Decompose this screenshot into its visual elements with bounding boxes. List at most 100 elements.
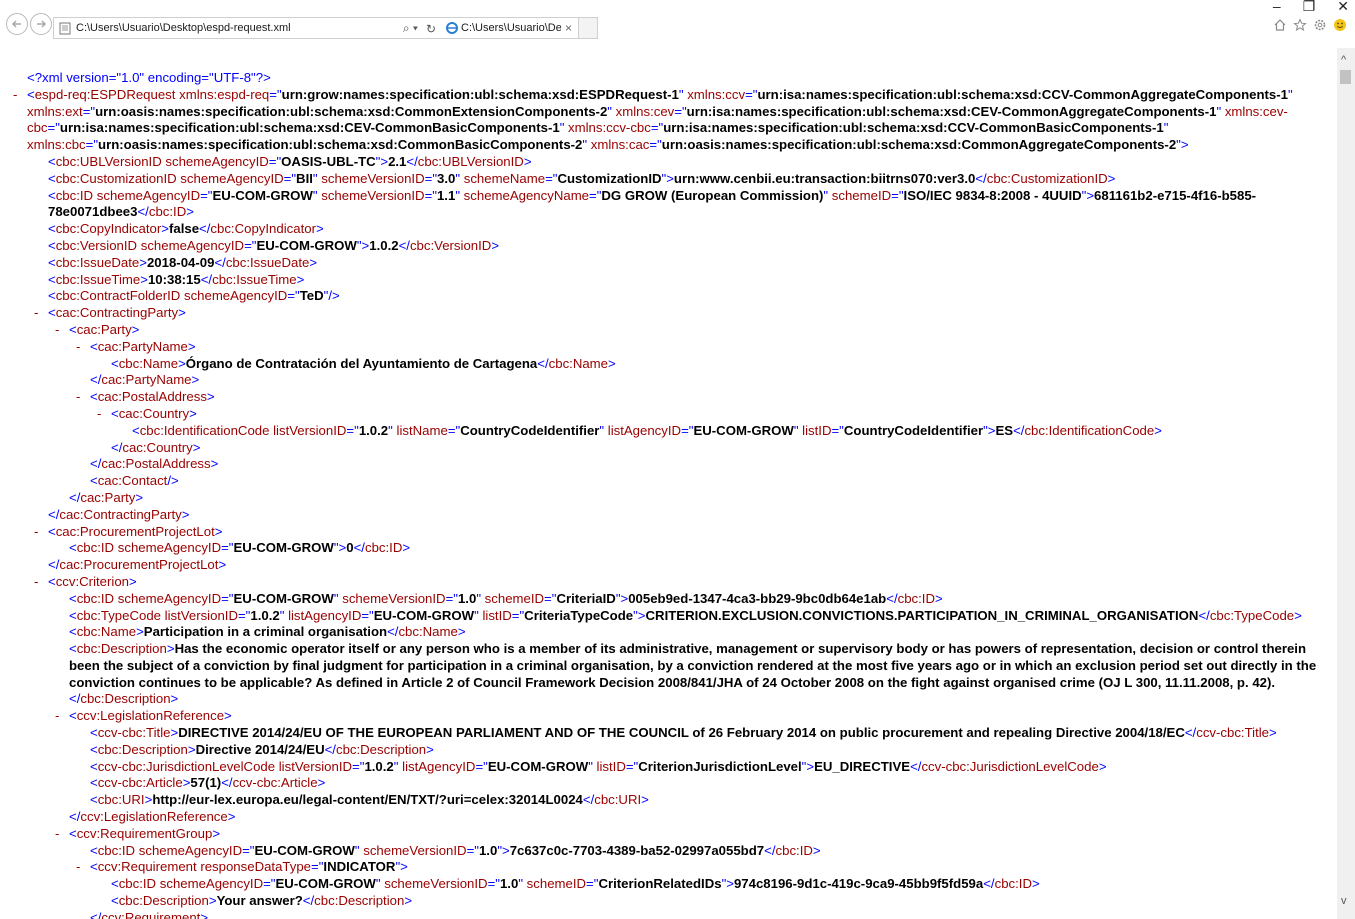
xml-token: cac:ContractingParty [59,506,182,522]
collapse-toggle[interactable]: - [55,322,59,339]
xml-line: <cbc:Description>Directive 2014/24/EU</c… [0,742,1320,759]
home-icon[interactable] [1273,18,1287,32]
xml-token: EU-COM-GROW [254,842,355,858]
xml-token: cac:Party [76,321,132,337]
xml-token: urn:oasis:names:specification:ubl:schema… [98,137,583,153]
xml-token: 1.0 [499,876,519,892]
new-tab-button[interactable] [579,17,598,39]
vertical-scrollbar[interactable]: ^ v [1337,48,1355,919]
xml-token: ccv-cbc:Article [232,775,318,791]
forward-button[interactable] [30,13,52,35]
xml-line[interactable]: - <ccv:RequirementGroup> [0,826,1320,843]
xml-token: ccv-cbc:Title [1196,725,1270,741]
collapse-toggle[interactable]: - [76,859,80,876]
xml-token: " [823,187,832,203]
collapse-toggle[interactable]: - [97,406,101,423]
xml-token: < [69,825,77,841]
xml-token: < [90,725,98,741]
xml-line[interactable]: - <cac:PartyName> [0,339,1320,356]
xml-token: cac:ProcurementProjectLot [59,557,219,573]
xml-token: cbc:UBLVersionID [417,153,524,169]
xml-line[interactable]: - <espd-req:ESPDRequest xmlns:espd-req="u… [0,87,1320,154]
xml-token: EU-COM-GROW [487,758,589,774]
xml-line[interactable]: - <cac:PostalAddress> [0,389,1320,406]
address-bar[interactable]: C:\Users\Usuario\Desktop\espd-request.xm… [53,17,442,39]
tab-close-button[interactable]: × [565,21,572,35]
xml-token: schemeVersionID [363,842,467,858]
collapse-toggle[interactable]: - [55,826,59,843]
collapse-toggle[interactable]: - [76,339,80,356]
xml-token: > [1031,876,1040,892]
xml-line: </cac:ProcurementProjectLot> [0,557,1320,574]
xml-line[interactable]: - <cac:Country> [0,406,1320,423]
collapse-toggle[interactable]: - [34,574,38,591]
xml-token: > [224,708,232,724]
collapse-toggle[interactable]: - [55,708,59,725]
xml-token: 1.0.2 [369,237,399,253]
restore-button[interactable]: ❐ [1303,0,1316,15]
xml-token: " [599,422,608,438]
address-url[interactable]: C:\Users\Usuario\Desktop\espd-request.xm… [76,22,291,34]
xml-token: xmlns:ccv-cbc [568,120,651,136]
xml-token: </ [221,775,233,791]
xml-token: 0 [346,540,354,556]
xml-token: </ [537,355,549,371]
xml-token: < [48,170,56,186]
collapse-toggle[interactable]: - [76,389,80,406]
scroll-down-icon[interactable]: v [1341,895,1347,907]
xml-token: urn:isa:names:specification:ubl:schema:x… [686,103,1217,119]
minimize-button[interactable]: – [1273,0,1281,15]
scroll-thumb[interactable] [1340,70,1351,84]
xml-token: cbc:VersionID [55,237,141,253]
search-icon[interactable]: ⌕ ▾ [403,21,418,36]
xml-token: > [309,254,318,270]
xml-token: > [161,221,169,237]
xml-token: </ [324,741,336,757]
xml-token: </ [582,792,595,808]
xml-token: =" [82,103,96,119]
xml-line[interactable]: - <ccv:Criterion> [0,574,1320,591]
xml-token: =" [200,187,213,203]
xml-document: <?xml version="1.0" encoding="UTF-8"?> - <… [0,70,1320,919]
xml-token: cac:ProcurementProjectLot [55,523,215,539]
xml-token: "> [983,422,996,438]
star-icon[interactable] [1293,18,1307,32]
xml-token: " [1287,86,1297,102]
xml-token: < [111,355,119,371]
xml-token: < [111,893,119,909]
xml-token: =" [589,187,602,203]
xml-token: "/> [323,288,340,304]
back-arrow-icon [11,20,21,28]
xml-line[interactable]: - <cac:Party> [0,322,1320,339]
tab-active[interactable]: C:\Users\Usuario\Desktop\... × [441,17,579,39]
xml-line[interactable]: - <ccv:LegislationReference> [0,708,1320,725]
refresh-icon[interactable]: ↻ [426,22,436,36]
xml-line: <cbc:IssueDate>2018-04-09</cbc:IssueDate… [0,255,1320,272]
xml-token: " [607,103,616,119]
collapse-toggle[interactable]: - [13,87,17,104]
xml-token: cac:PartyName [101,372,192,388]
xml-line: </cac:ContractingParty> [0,507,1320,524]
xml-token: 10:38:15 [147,271,201,287]
xml-token: </ [111,439,123,455]
xml-token: < [48,271,56,287]
collapse-toggle[interactable]: - [34,305,38,322]
xml-token: < [48,288,56,304]
xml-token: </ [387,624,399,640]
smiley-icon[interactable] [1333,18,1347,32]
back-button[interactable] [6,13,28,35]
close-button[interactable]: ✕ [1337,0,1349,15]
xml-line[interactable]: - <cac:ContractingParty> [0,305,1320,322]
xml-token: 2.1 [388,153,407,169]
xml-token: cbc:VersionID [409,237,492,253]
gear-icon[interactable] [1313,18,1327,32]
scroll-up-icon[interactable]: ^ [1341,54,1346,66]
xml-line[interactable]: - <ccv:Requirement responseDataType="INDI… [0,859,1320,876]
xml-token: "> [497,842,510,858]
collapse-toggle[interactable]: - [34,524,38,541]
xml-token: CRITERION.EXCLUSION.CONVICTIONS.PARTICIP… [645,607,1199,623]
xml-line: </ccv:Requirement> [0,910,1320,919]
xml-token: cbc:IssueDate [225,254,310,270]
xml-token: " [793,422,803,438]
xml-line[interactable]: - <cac:ProcurementProjectLot> [0,524,1320,541]
